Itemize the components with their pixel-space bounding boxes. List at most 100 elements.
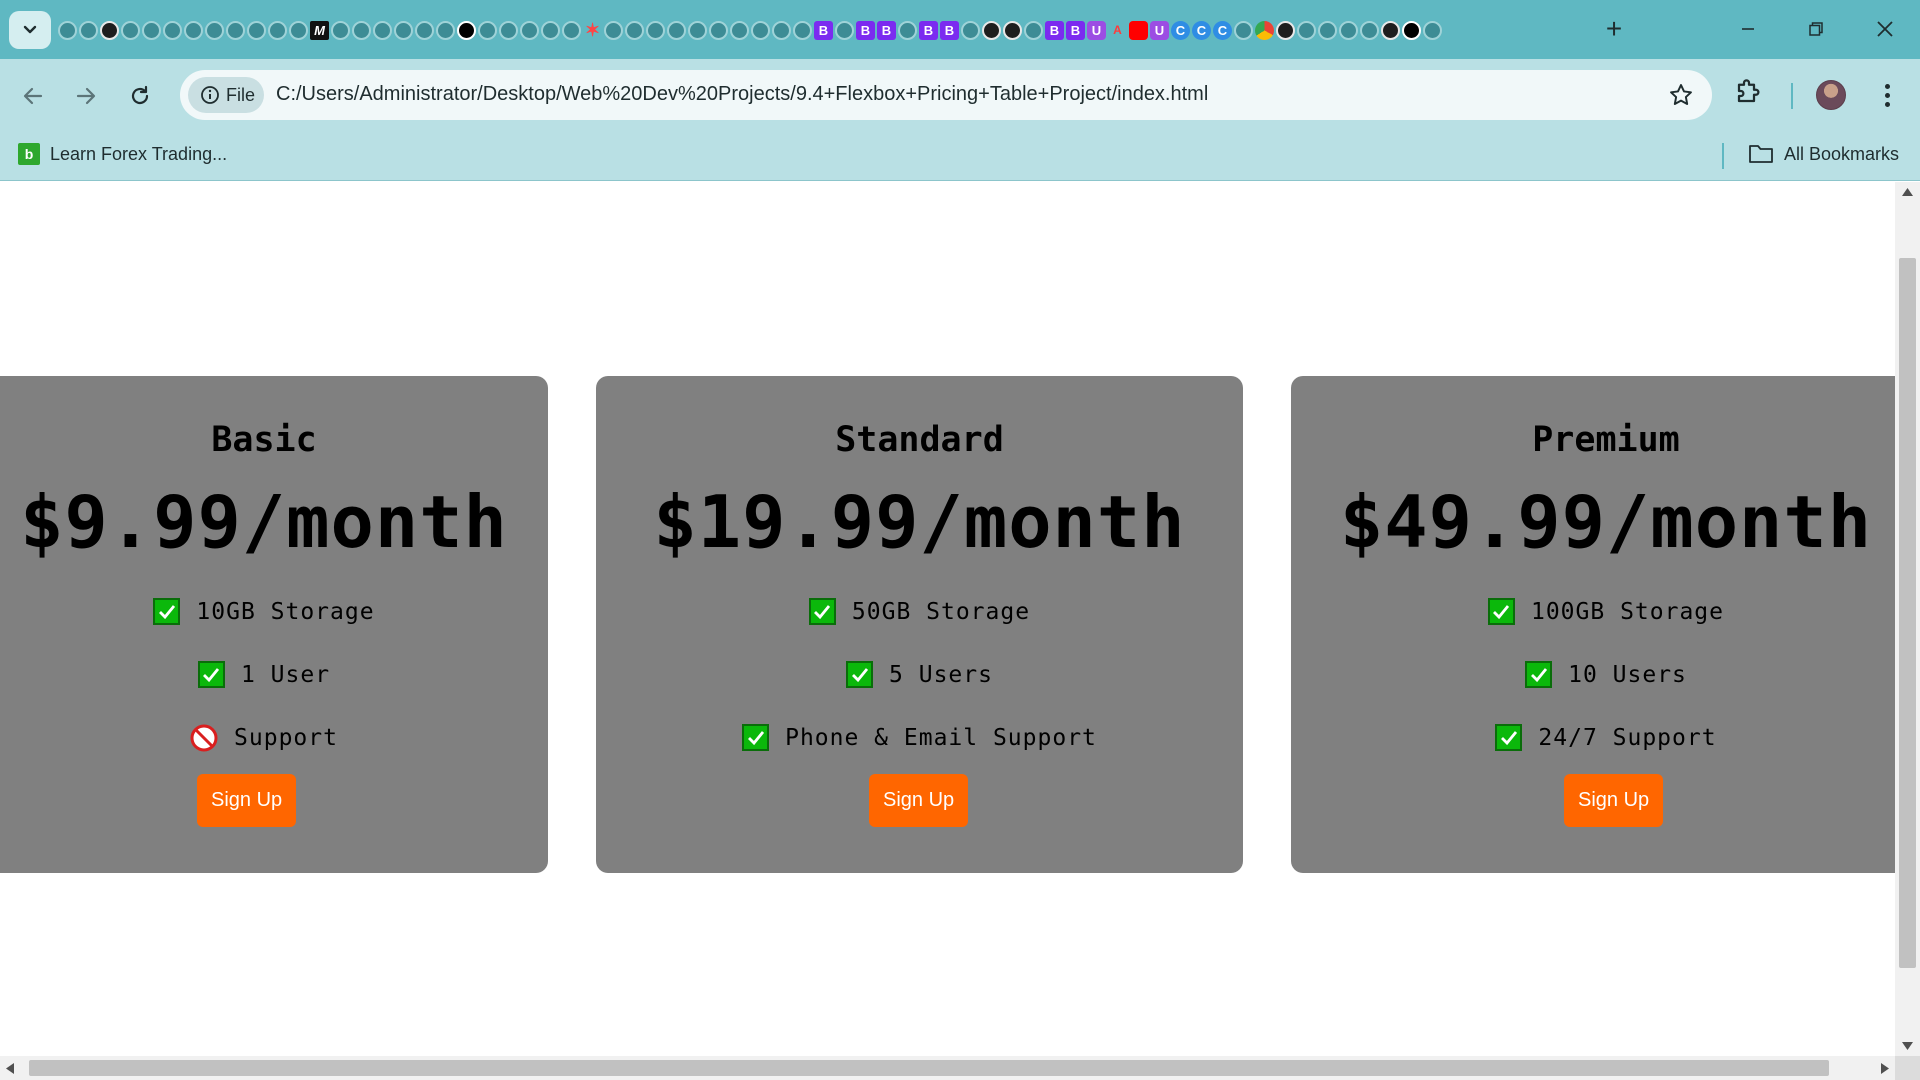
tab-favicon-up-icon[interactable]: U — [1087, 20, 1106, 40]
tab-favicon-globe-icon[interactable] — [1297, 20, 1316, 40]
minimize-button[interactable] — [1725, 12, 1771, 46]
tab-favicon-globe-icon[interactable] — [478, 20, 497, 40]
tab-favicon-globe-icon[interactable] — [793, 20, 812, 40]
tab-favicon-globe-icon[interactable] — [289, 20, 308, 40]
tab-favicon-gh-icon[interactable] — [982, 20, 1001, 40]
profile-avatar[interactable] — [1816, 80, 1846, 110]
tab-favicon-globe-icon[interactable] — [961, 20, 980, 40]
tab-favicon-globe-icon[interactable] — [898, 20, 917, 40]
tab-favicon-globe-icon[interactable] — [184, 20, 203, 40]
feature-text: 50GB Storage — [851, 598, 1031, 625]
tab-favicon-globe-icon[interactable] — [352, 20, 371, 40]
tab-favicon-globe-icon[interactable] — [415, 20, 434, 40]
extensions-button[interactable] — [1734, 76, 1764, 111]
tab-favicon-globe-icon[interactable] — [835, 20, 854, 40]
close-window-button[interactable] — [1862, 12, 1908, 46]
plan-title: Standard — [835, 420, 1004, 460]
vertical-scrollbar[interactable] — [1895, 182, 1920, 1056]
tab-favicon-globe-icon[interactable] — [373, 20, 392, 40]
reload-button[interactable] — [121, 77, 159, 115]
scroll-right-icon[interactable] — [1881, 1063, 1889, 1074]
tab-favicon-globe-icon[interactable] — [1339, 20, 1358, 40]
tab-favicon-c-icon[interactable]: C — [1213, 20, 1232, 40]
scrollbar-corner — [1895, 1056, 1920, 1080]
tab-favicon-globe-icon[interactable] — [205, 20, 224, 40]
tab-favicon-globe-icon[interactable] — [625, 20, 644, 40]
tab-favicon-globe-icon[interactable] — [394, 20, 413, 40]
tab-favicon-globe-icon[interactable] — [142, 20, 161, 40]
tab-favicon-gh-icon[interactable] — [1381, 20, 1400, 40]
tab-favicon-globe-icon[interactable] — [709, 20, 728, 40]
tab-favicon-globe-icon[interactable] — [226, 20, 245, 40]
tab-favicon-ch-icon[interactable] — [1255, 20, 1274, 40]
tab-favicon-globe-icon[interactable] — [247, 20, 266, 40]
sign-up-button[interactable]: Sign Up — [1564, 774, 1664, 827]
tab-favicon-b-icon[interactable]: B — [814, 20, 833, 40]
all-bookmarks-button[interactable]: All Bookmarks — [1748, 143, 1899, 165]
tab-favicon-globe-icon[interactable] — [268, 20, 287, 40]
tab-favicon-globe-icon[interactable] — [667, 20, 686, 40]
tab-favicon-c-icon[interactable]: C — [1192, 20, 1211, 40]
tab-favicon-sp-icon[interactable]: ✶ — [583, 20, 602, 40]
tab-favicon-globe-icon[interactable] — [499, 20, 518, 40]
tab-favicon-globe-icon[interactable] — [1024, 20, 1043, 40]
tab-favicon-gh-icon[interactable] — [1003, 20, 1022, 40]
feature-item: 24/7 Support — [1291, 724, 1895, 751]
tab-favicon-globe-icon[interactable] — [751, 20, 770, 40]
tab-favicon-globe-icon[interactable] — [730, 20, 749, 40]
tab-favicon-globe-icon[interactable] — [1234, 20, 1253, 40]
tab-favicon-globe-icon[interactable] — [163, 20, 182, 40]
feature-text: 10 Users — [1568, 661, 1687, 688]
tab-favicon-b-icon[interactable]: B — [940, 20, 959, 40]
tab-favicon-b-icon[interactable]: B — [877, 20, 896, 40]
sign-up-button[interactable]: Sign Up — [197, 774, 297, 827]
tab-favicon-yt-icon[interactable] — [1129, 20, 1148, 40]
tab-favicon-ai-icon[interactable] — [457, 20, 476, 40]
tab-favicon-globe-icon[interactable] — [331, 20, 350, 40]
tab-favicon-globe-icon[interactable] — [1318, 20, 1337, 40]
scroll-left-icon[interactable] — [6, 1063, 14, 1074]
tab-favicon-globe-icon[interactable] — [79, 20, 98, 40]
tab-search-button[interactable] — [9, 11, 51, 49]
horizontal-scroll-thumb[interactable] — [29, 1060, 1829, 1076]
tab-favicon-globe-icon[interactable] — [1360, 20, 1379, 40]
tab-favicon-up-icon[interactable]: U — [1150, 20, 1169, 40]
tab-favicon-globe-icon[interactable] — [646, 20, 665, 40]
tab-favicon-globe-icon[interactable] — [604, 20, 623, 40]
tab-favicon-globe-icon[interactable] — [541, 20, 560, 40]
tab-favicon-b-icon[interactable]: B — [1045, 20, 1064, 40]
vertical-scroll-thumb[interactable] — [1899, 258, 1916, 968]
tab-favicon-gh-icon[interactable] — [1276, 20, 1295, 40]
scroll-down-icon[interactable] — [1902, 1042, 1913, 1050]
bookmark-star-button[interactable] — [1668, 82, 1694, 113]
scroll-up-icon[interactable] — [1902, 188, 1913, 196]
forward-button[interactable] — [67, 77, 105, 115]
site-info-chip[interactable]: File — [188, 77, 264, 113]
back-button[interactable] — [14, 77, 52, 115]
tab-favicon-globe-icon[interactable] — [520, 20, 539, 40]
page-viewport: Basic $9.99/month 10GB Storage 1 User Su… — [0, 182, 1895, 1056]
tab-favicon-globe-icon[interactable] — [562, 20, 581, 40]
tab-favicon-gh-icon[interactable] — [100, 20, 119, 40]
tab-favicon-globe-icon[interactable] — [688, 20, 707, 40]
tab-favicon-globe-icon[interactable] — [772, 20, 791, 40]
url-text[interactable]: C:/Users/Administrator/Desktop/Web%20Dev… — [276, 83, 1208, 106]
tab-favicon-globe-icon[interactable] — [58, 20, 77, 40]
restore-button[interactable] — [1793, 12, 1839, 46]
browser-menu-button[interactable] — [1872, 78, 1902, 112]
tab-favicon-m-icon[interactable]: M — [310, 20, 329, 40]
tab-favicon-globe-icon[interactable] — [121, 20, 140, 40]
new-tab-button[interactable]: + — [1598, 14, 1630, 46]
tab-favicon-c-icon[interactable]: C — [1171, 20, 1190, 40]
bookmark-item[interactable]: b Learn Forex Trading... — [18, 143, 227, 165]
horizontal-scrollbar[interactable] — [0, 1056, 1895, 1080]
tab-favicon-ms-icon[interactable]: A — [1108, 21, 1127, 40]
sign-up-button[interactable]: Sign Up — [869, 774, 969, 827]
tab-favicon-b-icon[interactable]: B — [856, 20, 875, 40]
tab-favicon-b-icon[interactable]: B — [919, 20, 938, 40]
tab-favicon-globe-icon[interactable] — [436, 20, 455, 40]
tab-favicon-globe-icon[interactable] — [1423, 20, 1442, 40]
address-bar[interactable]: File C:/Users/Administrator/Desktop/Web%… — [180, 70, 1712, 120]
tab-favicon-ai-icon[interactable] — [1402, 20, 1421, 40]
tab-favicon-b-icon[interactable]: B — [1066, 20, 1085, 40]
